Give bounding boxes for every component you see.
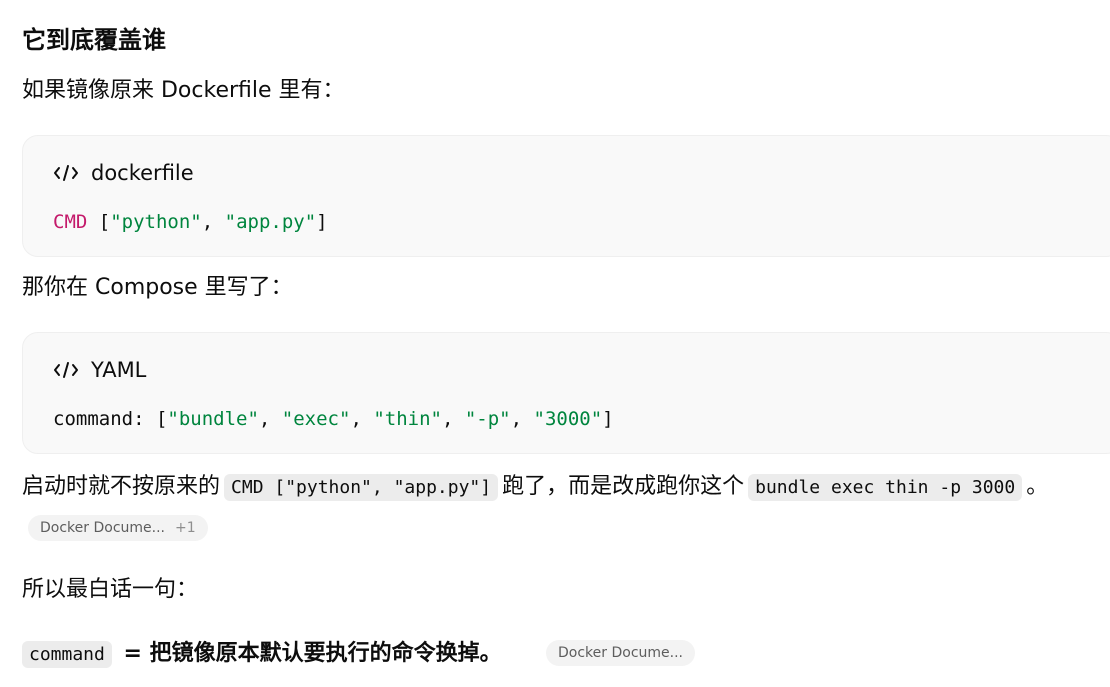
code-icon [54,362,78,378]
explanation-text-before: 启动时就不按原来的 [22,474,221,499]
code-token-punct: , [510,408,534,430]
inline-code-command: bundle exec thin -p 3000 [748,474,1023,501]
code-icon [54,165,78,181]
inline-code-command-key: command [22,641,112,668]
explanation-text-middle: 跑了，而是改成跑你这个 [502,474,745,499]
code-token-punct: , [350,408,374,430]
code-token-string: "-p" [464,408,511,430]
code-language-label: YAML [91,358,147,382]
code-token-key: command: [ [53,408,168,430]
source-citation-pill[interactable]: Docker Docume... [546,640,695,666]
source-citation-label: Docker Docume... [558,645,683,661]
code-token-string: "app.py" [224,211,317,233]
code-token-punct: [ [87,211,111,233]
code-token-punct: ] [316,211,328,233]
code-token-punct: , [201,211,225,233]
inline-code-cmd: CMD ["python", "app.py"] [224,474,499,501]
code-token-punct: ] [602,408,614,430]
code-block-dockerfile: dockerfile CMD ["python", "app.py"] [22,135,1110,257]
code-line: command: ["bundle", "exec", "thin", "-p"… [53,404,614,434]
code-token-keyword: CMD [53,211,88,233]
code-block-header: dockerfile [53,156,194,190]
summary-text: = 把镜像原本默认要执行的命令换掉。 [123,641,502,666]
code-block-header: YAML [53,353,146,387]
code-token-string: "python" [110,211,202,233]
code-token-string: "exec" [281,408,351,430]
source-citation-label: Docker Docume... [40,520,165,536]
code-token-string: "thin" [373,408,442,430]
paragraph-explanation: 启动时就不按原来的 CMD ["python", "app.py"] 跑了，而是改成… [22,470,1048,505]
section-heading: 它到底覆盖谁 [22,26,166,54]
paragraph-compose: 那你在 Compose 里写了： [22,275,293,300]
code-token-punct: , [441,408,465,430]
paragraph-intro: 如果镜像原来 Dockerfile 里有： [22,78,345,103]
code-token-string: "bundle" [167,408,259,430]
code-token-punct: , [258,408,282,430]
code-language-label: dockerfile [91,161,194,185]
source-citation-pill[interactable]: Docker Docume... +1 [28,515,208,541]
code-line: CMD ["python", "app.py"] [53,207,328,237]
code-block-yaml: YAML command: ["bundle", "exec", "thin",… [22,332,1110,454]
chat-response-content: 它到底覆盖谁 如果镜像原来 Dockerfile 里有： dockerfile … [0,0,1110,687]
paragraph-summary-intro: 所以最白话一句： [22,577,199,602]
paragraph-summary: command = 把镜像原本默认要执行的命令换掉。 [22,637,502,672]
explanation-text-after: 。 [1026,474,1049,499]
source-citation-count: +1 [175,520,196,536]
code-token-string: "3000" [533,408,603,430]
